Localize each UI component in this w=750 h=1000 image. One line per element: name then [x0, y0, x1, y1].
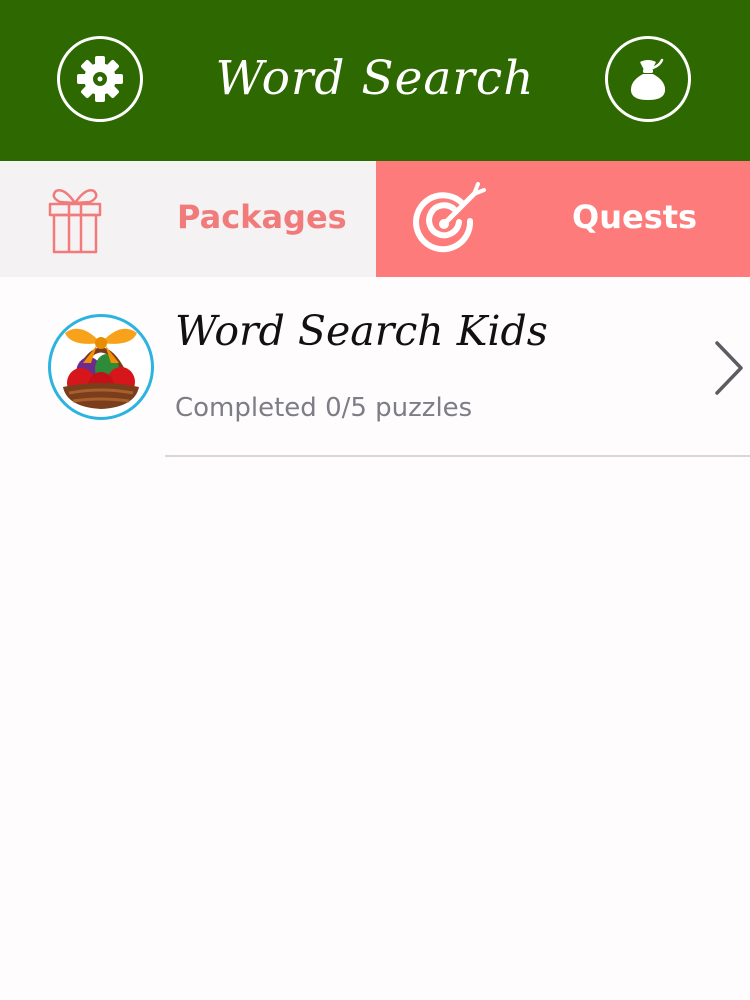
list-divider — [165, 455, 750, 457]
tab-bar: Packages Quests — [0, 161, 750, 277]
package-list: Word Search Kids Completed 0/5 puzzles — [0, 277, 750, 457]
gear-icon — [77, 56, 123, 102]
target-icon — [413, 182, 486, 253]
package-thumbnail — [48, 314, 154, 420]
package-progress: Completed 0/5 puzzles — [175, 393, 473, 423]
money-bag-icon — [630, 58, 666, 100]
settings-button[interactable] — [57, 36, 143, 122]
chevron-right-icon — [715, 341, 743, 395]
tab-packages-label: Packages — [177, 198, 347, 236]
app-title: Word Search — [215, 51, 535, 106]
gift-icon — [48, 189, 102, 254]
package-title: Word Search Kids — [175, 307, 548, 355]
tab-quests-label: Quests — [572, 198, 698, 236]
tab-packages[interactable]: Packages — [0, 161, 376, 277]
easter-basket-icon — [63, 328, 139, 409]
app-header: Word Search — [0, 0, 750, 161]
tab-quests[interactable]: Quests — [376, 161, 750, 277]
coins-button[interactable] — [605, 36, 691, 122]
package-item-word-search-kids[interactable]: Word Search Kids Completed 0/5 puzzles — [0, 277, 750, 457]
